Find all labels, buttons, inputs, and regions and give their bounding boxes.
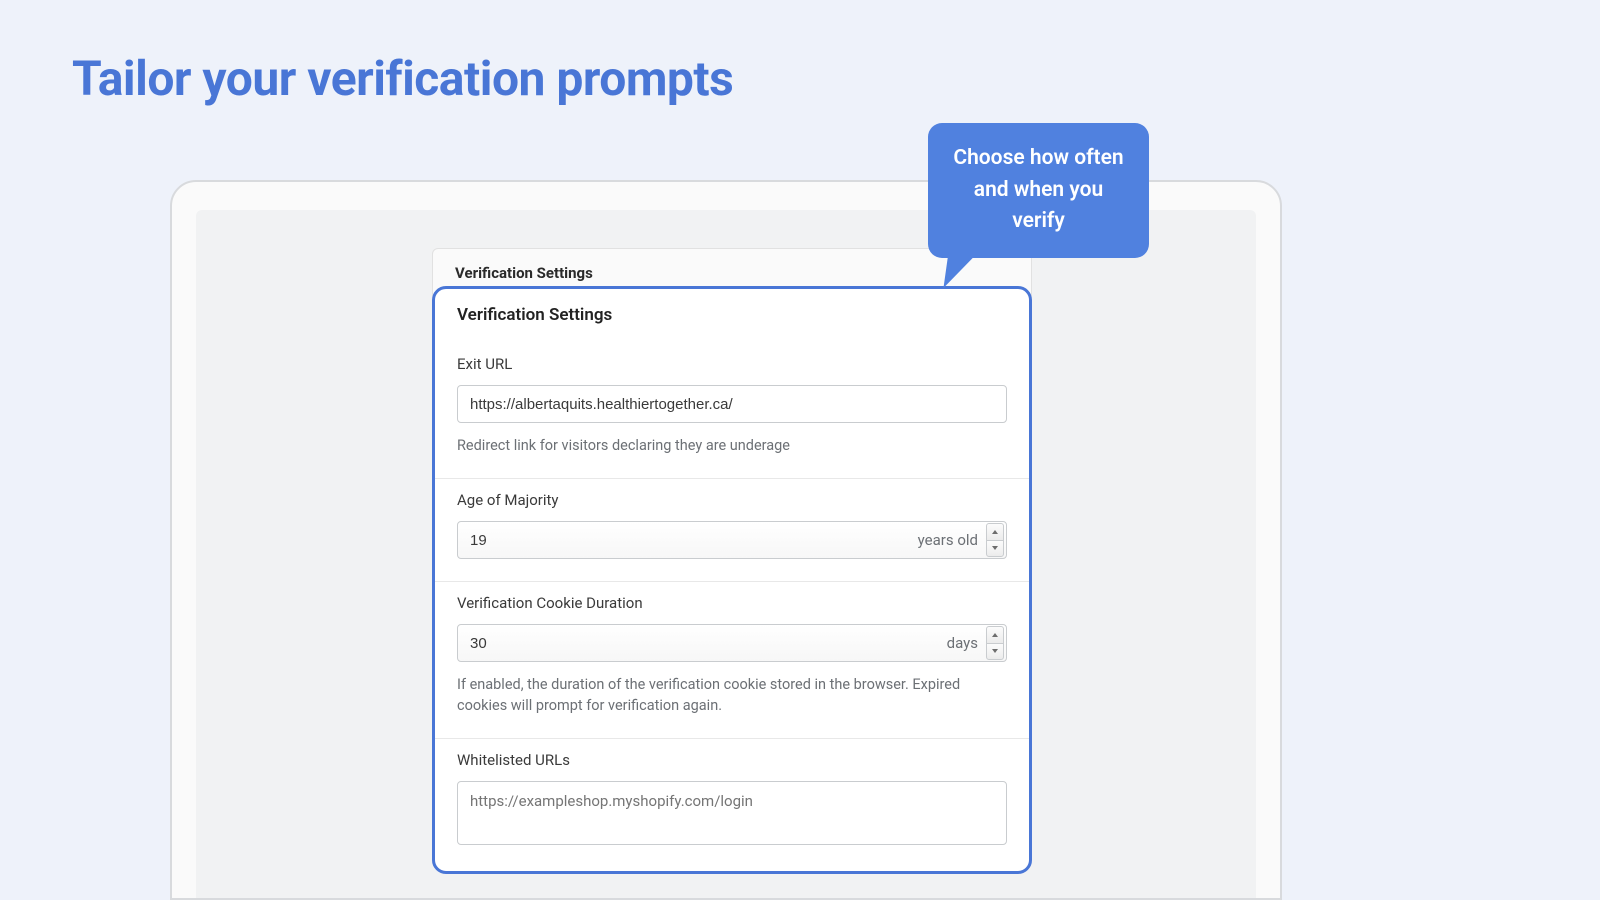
whitelist-section: Whitelisted URLs — [435, 739, 1029, 871]
chevron-down-icon — [992, 546, 998, 550]
callout-tooltip: Choose how often and when you verify — [928, 123, 1149, 258]
cookie-duration-input[interactable] — [458, 625, 947, 661]
cookie-duration-field: days — [457, 624, 1007, 662]
duration-stepper — [986, 626, 1004, 660]
whitelist-label: Whitelisted URLs — [457, 751, 1007, 769]
chevron-up-icon — [992, 633, 998, 637]
age-step-up-button[interactable] — [986, 523, 1004, 540]
panel-title: Verification Settings — [435, 289, 1029, 343]
exit-url-helper: Redirect link for visitors declaring the… — [457, 435, 1007, 456]
cookie-duration-helper: If enabled, the duration of the verifica… — [457, 674, 1007, 716]
duration-step-down-button[interactable] — [986, 643, 1004, 661]
verification-settings-panel: Verification Settings Exit URL Redirect … — [432, 286, 1032, 874]
tab-verification-settings[interactable]: Verification Settings — [455, 264, 593, 282]
exit-url-label: Exit URL — [457, 355, 1007, 373]
age-majority-section: Age of Majority years old — [435, 479, 1029, 582]
age-majority-label: Age of Majority — [457, 491, 1007, 509]
callout-text: Choose how often and when you verify — [953, 146, 1123, 233]
exit-url-section: Exit URL Redirect link for visitors decl… — [435, 343, 1029, 479]
duration-step-up-button[interactable] — [986, 626, 1004, 643]
callout-tail-icon — [943, 252, 978, 288]
chevron-down-icon — [992, 649, 998, 653]
age-step-down-button[interactable] — [986, 540, 1004, 558]
exit-url-input[interactable] — [457, 385, 1007, 423]
age-stepper — [986, 523, 1004, 557]
age-majority-unit: years old — [918, 531, 986, 549]
age-majority-field: years old — [457, 521, 1007, 559]
cookie-duration-section: Verification Cookie Duration days If ena… — [435, 582, 1029, 739]
chevron-up-icon — [992, 530, 998, 534]
age-majority-input[interactable] — [458, 522, 918, 558]
cookie-duration-label: Verification Cookie Duration — [457, 594, 1007, 612]
page-title: Tailor your verification prompts — [72, 50, 733, 107]
cookie-duration-unit: days — [947, 634, 986, 652]
whitelist-textarea[interactable] — [457, 781, 1007, 845]
